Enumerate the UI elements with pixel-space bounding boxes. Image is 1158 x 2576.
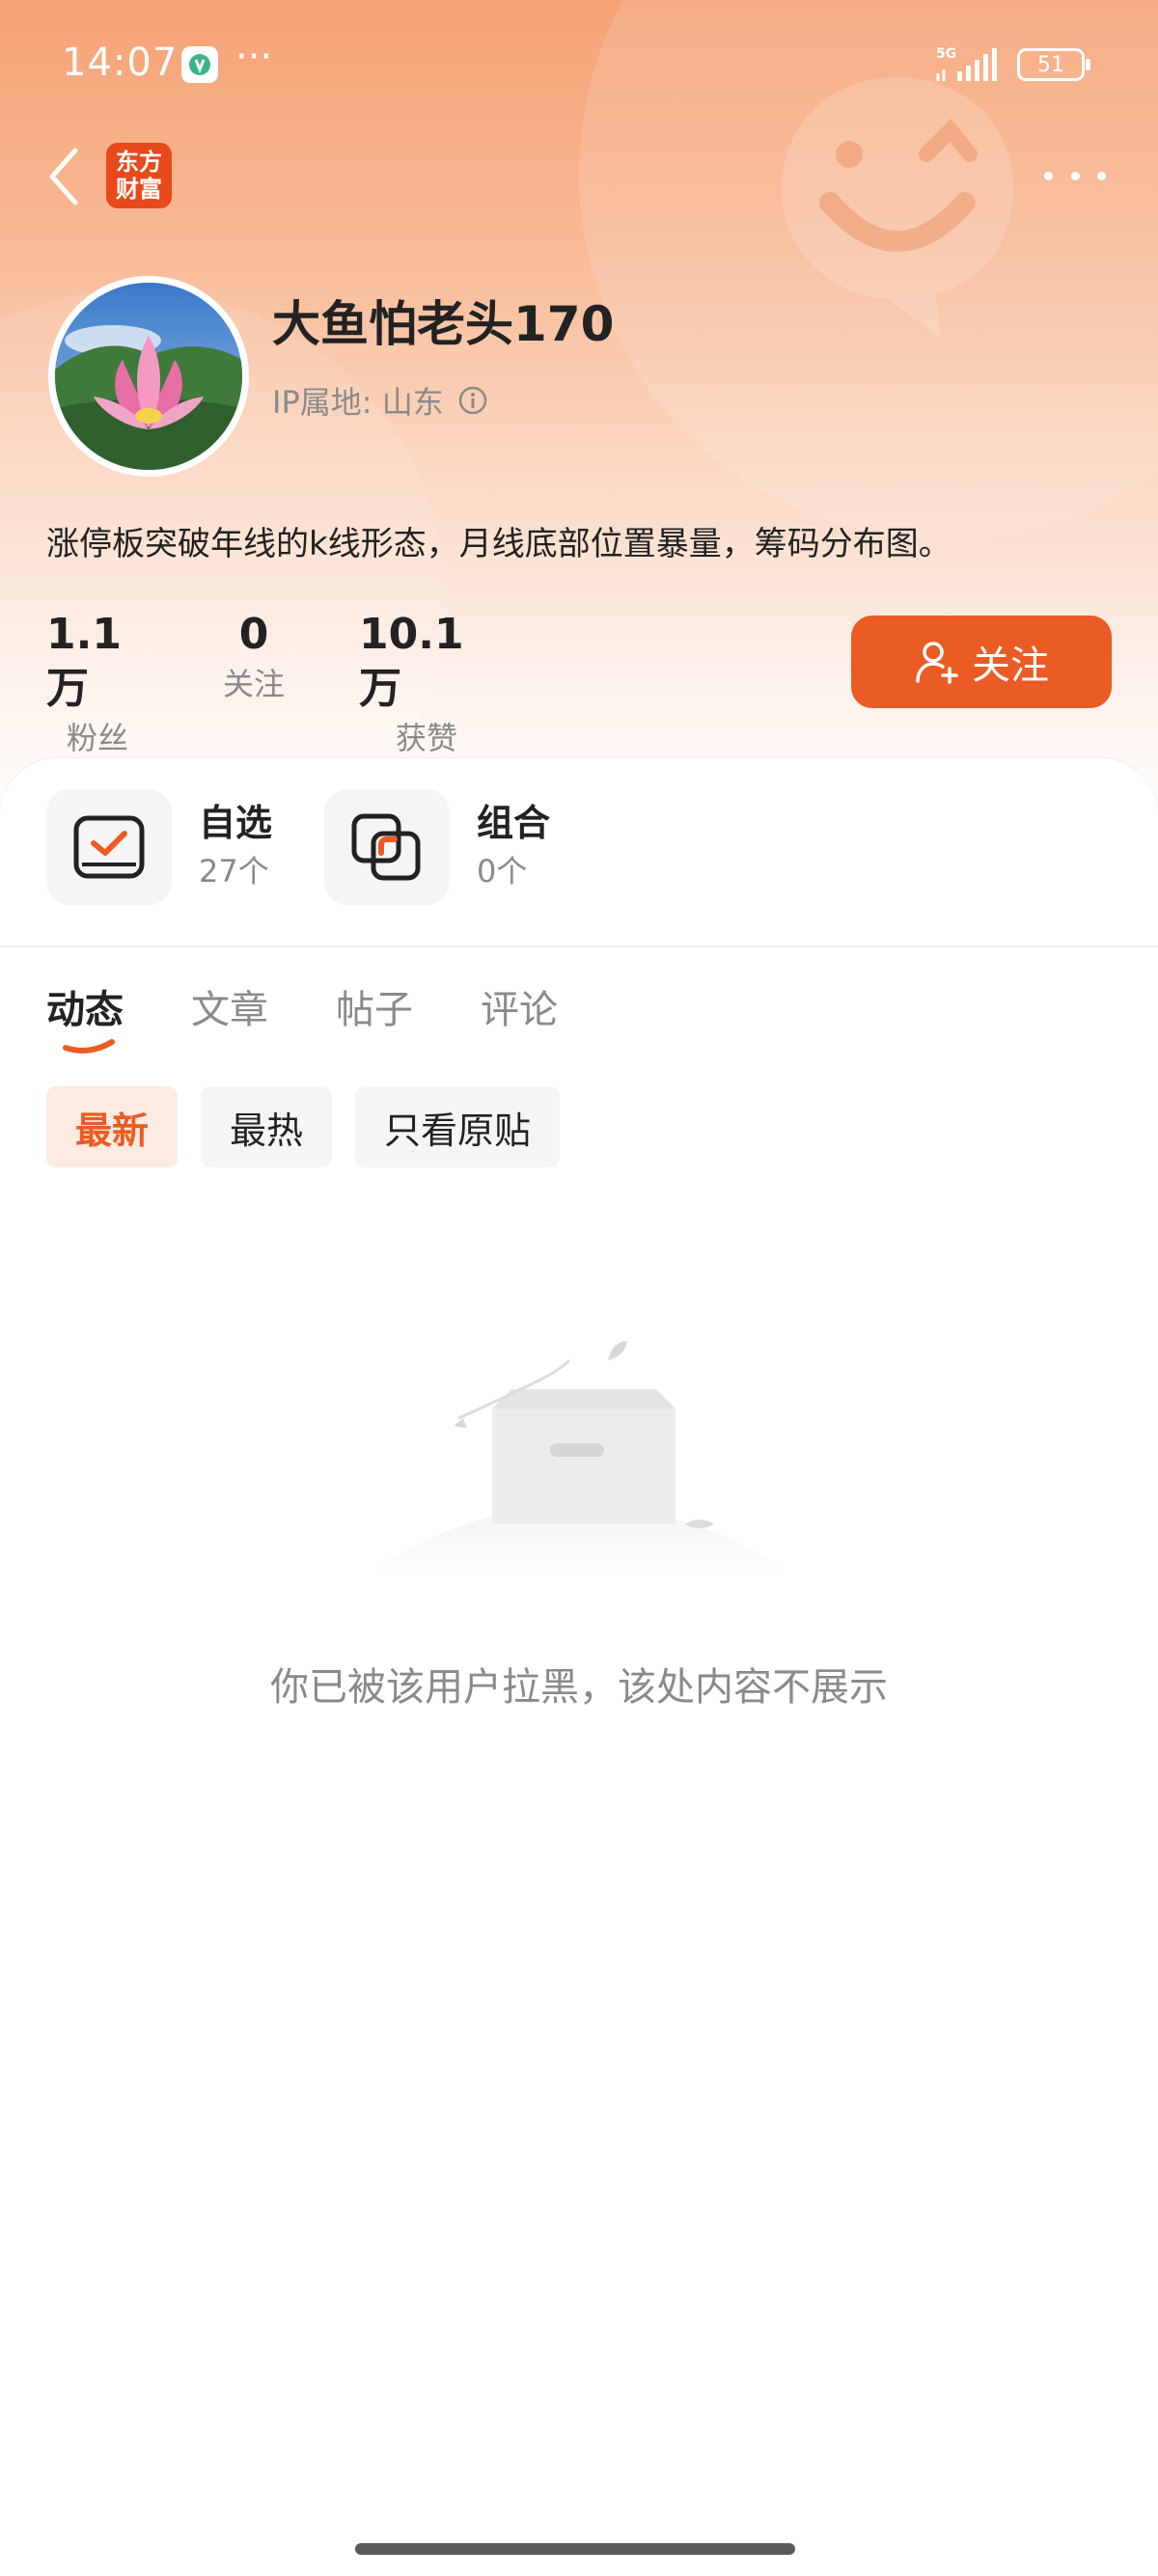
tab-dynamics[interactable]: 动态 bbox=[46, 978, 124, 1034]
app-logo[interactable]: 东方 财富 bbox=[106, 143, 172, 208]
home-indicator[interactable] bbox=[355, 2543, 795, 2555]
tab-articles[interactable]: 文章 bbox=[191, 978, 268, 1034]
filter-hottest[interactable]: 最热 bbox=[201, 1086, 333, 1167]
ip-location: IP属地: 山东 bbox=[272, 384, 444, 421]
stat-followers[interactable]: 1.1万 粉丝 bbox=[46, 608, 149, 756]
portfolio-icon bbox=[351, 813, 421, 881]
filter-chips: 最新 最热 只看原贴 bbox=[46, 1086, 561, 1167]
filter-latest[interactable]: 最新 bbox=[46, 1086, 179, 1167]
section-divider bbox=[0, 945, 1158, 947]
stat-value: 1.1万 bbox=[46, 610, 122, 713]
checkbox-icon bbox=[73, 815, 145, 879]
more-options-icon[interactable] bbox=[1044, 158, 1106, 193]
logo-text-line1: 东方 bbox=[116, 149, 162, 176]
battery-level: 51 bbox=[1017, 48, 1085, 81]
stat-label: 关注 bbox=[222, 666, 285, 702]
watchlist-title: 自选 bbox=[199, 802, 273, 844]
portfolio-shortcut[interactable]: 组合 0个 bbox=[324, 789, 550, 905]
follow-button-label: 关注 bbox=[972, 644, 1049, 688]
back-arrow-icon[interactable] bbox=[42, 143, 89, 210]
info-icon[interactable] bbox=[457, 385, 488, 416]
status-bar: 14:07 ··· 5G 51 bbox=[0, 0, 1158, 130]
logo-text-line2: 财富 bbox=[116, 176, 162, 203]
status-time: 14:07 bbox=[62, 41, 179, 85]
watchlist-count: 27个 bbox=[199, 853, 269, 890]
signal-icon: 5G bbox=[936, 46, 997, 81]
notification-app-icon bbox=[181, 46, 218, 83]
watchlist-shortcut[interactable]: 自选 27个 bbox=[46, 789, 272, 905]
stats-row: 1.1万 粉丝 0 关注 10.1万 获赞 bbox=[46, 608, 494, 756]
add-user-icon bbox=[916, 642, 958, 684]
active-tab-indicator bbox=[63, 1039, 115, 1054]
status-more-indicator: ··· bbox=[235, 35, 273, 79]
stat-value: 0 bbox=[238, 610, 269, 659]
stat-following[interactable]: 0 关注 bbox=[203, 608, 305, 714]
portfolio-icon-box bbox=[324, 789, 450, 905]
username: 大鱼怕老头170 bbox=[272, 296, 615, 352]
stat-value: 10.1万 bbox=[359, 610, 464, 713]
portfolio-count: 0个 bbox=[477, 853, 528, 890]
tab-posts[interactable]: 帖子 bbox=[336, 978, 413, 1034]
profile-bio: 涨停板突破年线的k线形态，月线底部位置暴量，筹码分布图。 bbox=[46, 525, 951, 563]
stat-likes[interactable]: 10.1万 获赞 bbox=[359, 608, 494, 756]
follow-button[interactable]: 关注 bbox=[851, 616, 1112, 708]
watchlist-icon-box bbox=[46, 789, 172, 905]
stat-label: 获赞 bbox=[395, 720, 457, 756]
network-type: 5G bbox=[936, 46, 956, 62]
portfolio-title: 组合 bbox=[477, 802, 551, 844]
tab-comments[interactable]: 评论 bbox=[481, 978, 558, 1034]
empty-state-message: 你已被该用户拉黑，该处内容不展示 bbox=[270, 1665, 888, 1710]
lotus-avatar-image bbox=[55, 283, 242, 470]
avatar[interactable] bbox=[48, 276, 249, 477]
stat-label: 粉丝 bbox=[66, 720, 128, 756]
filter-original-only[interactable]: 只看原贴 bbox=[355, 1086, 561, 1167]
ip-location-row: IP属地: 山东 bbox=[272, 378, 488, 423]
empty-box-illustration bbox=[367, 1341, 791, 1573]
battery-icon: 51 bbox=[1017, 48, 1090, 81]
